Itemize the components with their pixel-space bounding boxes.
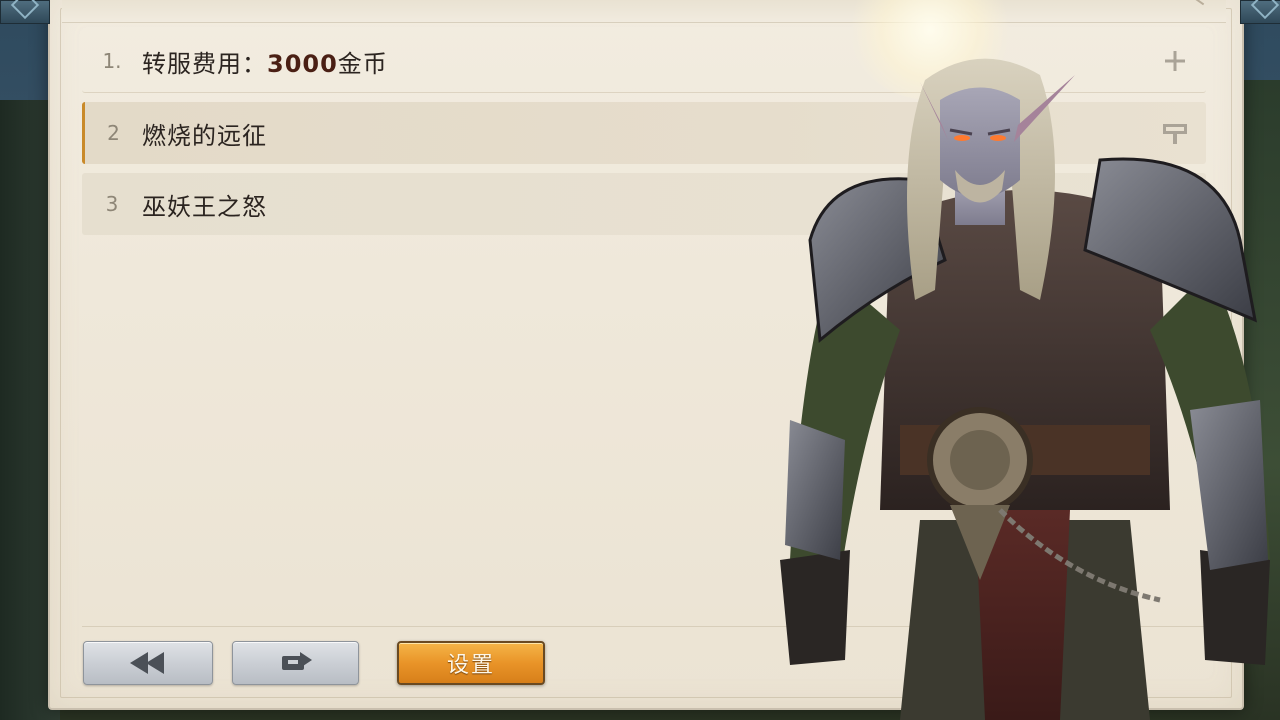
transfer-cost-value: 3000 [267, 49, 338, 78]
back-button[interactable] [83, 641, 213, 685]
close-corner-icon[interactable] [1181, 0, 1205, 6]
transfer-cost-label: 转服费用：3000金币 [142, 44, 388, 79]
list-item-number: 1. [102, 49, 122, 73]
panel-top-strip [62, 0, 1226, 23]
list-item-label: 燃烧的远征 [142, 121, 267, 150]
transfer-cost-prefix: 转服费用： [142, 49, 267, 78]
game-scene: 1. 转服费用：3000金币 2 燃烧的远征 3 巫妖王之怒 设置 [0, 0, 1280, 720]
swap-icon [276, 651, 316, 675]
blood-elf-warrior-portrait [780, 58, 1270, 720]
list-item-label: 巫妖王之怒 [142, 192, 267, 221]
corner-ornament-right [1240, 0, 1280, 24]
corner-ornament-left [0, 0, 50, 24]
transfer-cost-suffix: 金币 [337, 49, 388, 78]
settings-button[interactable]: 设置 [397, 641, 545, 685]
settings-button-label: 设置 [446, 653, 495, 678]
swap-button[interactable] [232, 641, 359, 685]
list-item-number: 3 [105, 192, 119, 216]
list-item-number: 2 [107, 121, 120, 145]
rewind-icon [128, 652, 168, 674]
